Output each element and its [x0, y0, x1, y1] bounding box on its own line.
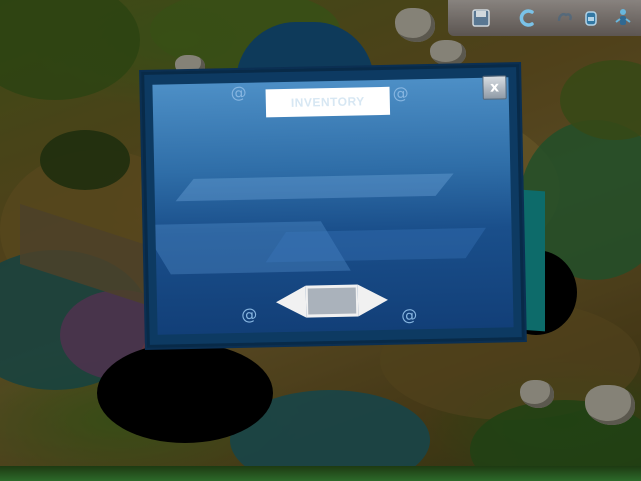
- decor-streak: [265, 227, 486, 263]
- swirl-decor-icon: @: [241, 304, 258, 324]
- hand-icon[interactable]: [552, 5, 578, 31]
- arrow-left-icon[interactable]: [275, 285, 307, 319]
- backpack-icon[interactable]: [578, 5, 604, 31]
- inventory-pager: [275, 283, 389, 319]
- inventory-dialog: @ @ @ @ INVENTORY x: [141, 64, 525, 348]
- save-disk-icon[interactable]: [468, 5, 494, 31]
- pager-indicator: [305, 284, 359, 318]
- dialog-title: INVENTORY: [290, 94, 365, 110]
- close-icon: x: [489, 79, 500, 96]
- close-button[interactable]: x: [482, 75, 507, 100]
- character-icon[interactable]: [610, 5, 636, 31]
- decor-streak: [175, 173, 454, 202]
- swirl-decor-icon: @: [392, 83, 409, 103]
- pager-indicator-fill: [307, 287, 357, 315]
- arrow-right-icon[interactable]: [357, 283, 389, 317]
- swirl-decor-icon: @: [230, 82, 247, 103]
- refresh-icon[interactable]: [514, 5, 540, 31]
- top-toolbar: [448, 0, 641, 36]
- bottom-strip: [0, 466, 641, 481]
- dialog-title-box: INVENTORY: [265, 86, 391, 118]
- swirl-decor-icon: @: [401, 305, 418, 325]
